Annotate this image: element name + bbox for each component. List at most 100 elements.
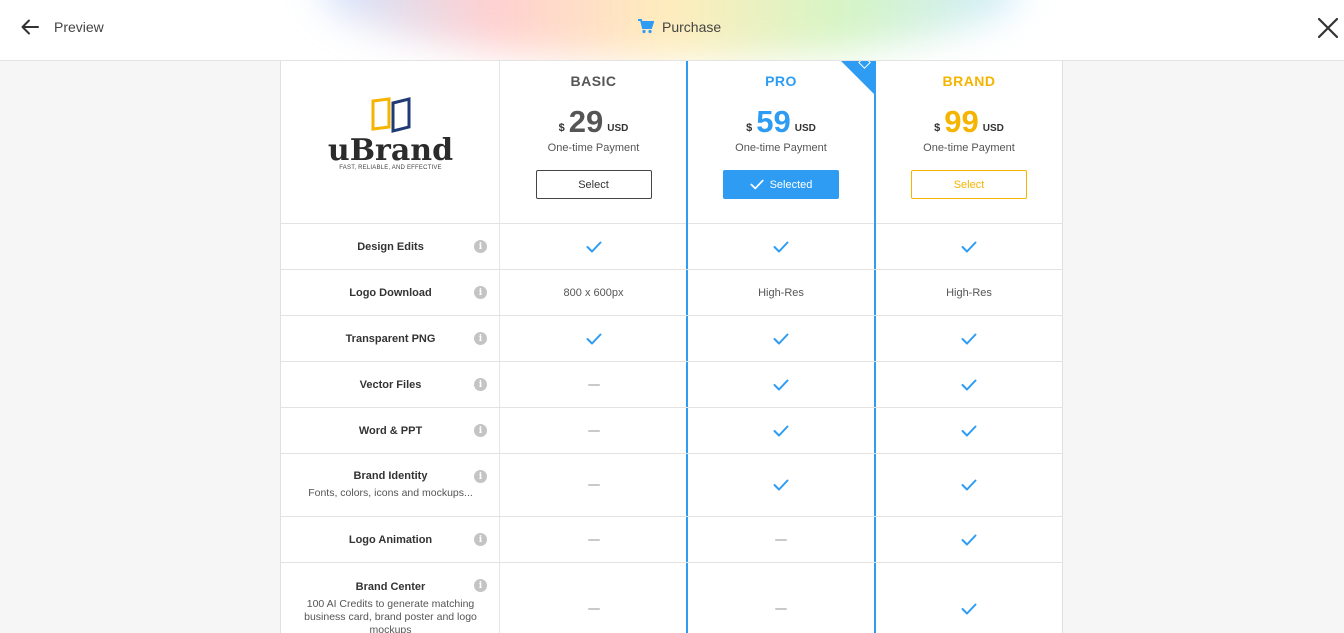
check-icon <box>773 479 789 491</box>
feature-description: 100 AI Credits to generate matching busi… <box>304 597 477 633</box>
payment-type: One-time Payment <box>923 142 1015 154</box>
plan-brand: BRAND $99 USD One-time Payment Select <box>875 61 1062 223</box>
check-icon <box>773 241 789 252</box>
payment-type: One-time Payment <box>735 142 827 154</box>
feature-cell-pro <box>687 517 875 562</box>
feature-name: Transparent PNG <box>345 332 436 345</box>
feature-cell-brand <box>875 408 1062 453</box>
pricing-header: uBrand FAST, RELIABLE, AND EFFECTIVE BAS… <box>281 61 1062 224</box>
plan-pro: PRO $59 USD One-time Payment Selected <box>687 61 875 223</box>
feature-cell-brand <box>875 563 1062 633</box>
check-icon <box>773 333 789 344</box>
page-title: Purchase <box>637 18 721 35</box>
feature-description: Fonts, colors, icons and mockups... <box>308 487 473 499</box>
feature-cell-pro <box>687 224 875 269</box>
back-preview-button[interactable]: Preview <box>20 17 104 37</box>
close-icon[interactable] <box>1316 16 1340 40</box>
brand-logo: uBrand FAST, RELIABLE, AND EFFECTIVE <box>281 61 500 223</box>
check-icon <box>773 379 789 390</box>
logo-wordmark: uBrand <box>327 133 454 168</box>
logo-tagline: FAST, RELIABLE, AND EFFECTIVE <box>339 165 442 171</box>
dash-icon <box>587 607 600 610</box>
feature-label: Brand Identity Fonts, colors, icons and m… <box>281 454 500 516</box>
info-icon[interactable]: i <box>474 470 487 483</box>
feature-name: Design Edits <box>357 240 424 253</box>
feature-cell-brand <box>875 316 1062 361</box>
feature-row: Transparent PNG i <box>281 316 1062 362</box>
check-icon <box>773 425 789 436</box>
feature-value: 800 x 600px <box>563 286 624 299</box>
info-icon[interactable]: i <box>474 579 487 592</box>
feature-cell-pro <box>687 454 875 516</box>
feature-label: Transparent PNG <box>281 316 500 361</box>
check-icon <box>961 479 977 491</box>
info-icon[interactable]: i <box>474 378 487 391</box>
dash-icon <box>775 538 787 541</box>
selected-button-pro[interactable]: Selected <box>723 170 839 199</box>
plan-price: $29 USD <box>500 105 687 139</box>
info-icon[interactable]: i <box>474 424 487 437</box>
check-icon <box>586 333 601 344</box>
diamond-icon <box>858 61 871 69</box>
feature-cell-brand <box>875 224 1062 269</box>
feature-label: Brand Center 100 AI Credits to generate m… <box>281 563 500 633</box>
check-icon <box>961 534 977 545</box>
feature-label: Word & PPT <box>281 408 500 453</box>
feature-cell-brand <box>875 517 1062 562</box>
feature-cell-pro <box>687 316 875 361</box>
arrow-left-icon <box>21 19 39 35</box>
info-icon[interactable]: i <box>474 240 487 253</box>
feature-cell-brand: High-Res <box>875 270 1062 315</box>
info-icon[interactable]: i <box>474 286 487 299</box>
plan-basic: BASIC $29 USD One-time Payment Select <box>500 61 687 223</box>
feature-cell-pro: High-Res <box>687 270 875 315</box>
feature-value: High-Res <box>946 286 992 299</box>
feature-cell-pro <box>687 362 875 407</box>
info-icon[interactable]: i <box>474 533 487 546</box>
check-icon <box>750 179 764 190</box>
price-amount: 29 <box>568 104 604 139</box>
check-icon <box>961 333 977 344</box>
info-icon[interactable]: i <box>474 332 487 345</box>
plan-name: BASIC <box>570 73 617 89</box>
check-icon <box>961 425 977 436</box>
feature-row: Word & PPT i <box>281 408 1062 454</box>
button-label: Select <box>578 178 609 191</box>
pricing-table: uBrand FAST, RELIABLE, AND EFFECTIVE BAS… <box>280 61 1063 633</box>
feature-name: Vector Files <box>359 378 422 391</box>
page-title-text: Purchase <box>662 18 722 35</box>
feature-label: Logo Download <box>281 270 500 315</box>
price-currency: $ <box>746 122 753 134</box>
feature-label: Vector Files <box>281 362 500 407</box>
feature-row: Logo Download i 800 x 600px High-Res High-Re… <box>281 270 1062 316</box>
feature-cell-basic <box>500 517 687 562</box>
payment-type: One-time Payment <box>547 142 640 154</box>
feature-cell-basic <box>500 362 687 407</box>
feature-row: Design Edits i <box>281 224 1062 270</box>
cart-icon <box>638 19 654 34</box>
feature-row: Logo Animation i <box>281 517 1062 563</box>
check-icon <box>961 603 977 614</box>
feature-name: Word & PPT <box>358 424 423 437</box>
button-label: Select <box>953 178 985 191</box>
feature-name: Logo Animation <box>348 533 433 546</box>
feature-name: Brand Identity <box>353 470 428 482</box>
price-amount: 99 <box>944 104 979 139</box>
feature-cell-basic <box>500 316 687 361</box>
feature-cell-brand <box>875 454 1062 516</box>
selected-ribbon <box>841 61 875 95</box>
price-amount: 59 <box>756 104 791 139</box>
feature-cell-basic <box>500 408 687 453</box>
select-button-basic[interactable]: Select <box>535 170 652 199</box>
feature-cell-basic <box>500 454 687 516</box>
top-bar: Preview Purchase <box>0 0 1344 61</box>
feature-name: Brand Center <box>355 580 426 593</box>
check-icon <box>961 241 977 252</box>
feature-row: Brand Center 100 AI Credits to generate m… <box>281 563 1062 633</box>
back-label: Preview <box>54 19 104 35</box>
price-unit: USD <box>607 123 629 134</box>
dash-icon <box>587 484 600 486</box>
feature-label: Logo Animation <box>281 517 500 562</box>
price-currency: $ <box>558 122 565 134</box>
select-button-brand[interactable]: Select <box>911 170 1027 199</box>
